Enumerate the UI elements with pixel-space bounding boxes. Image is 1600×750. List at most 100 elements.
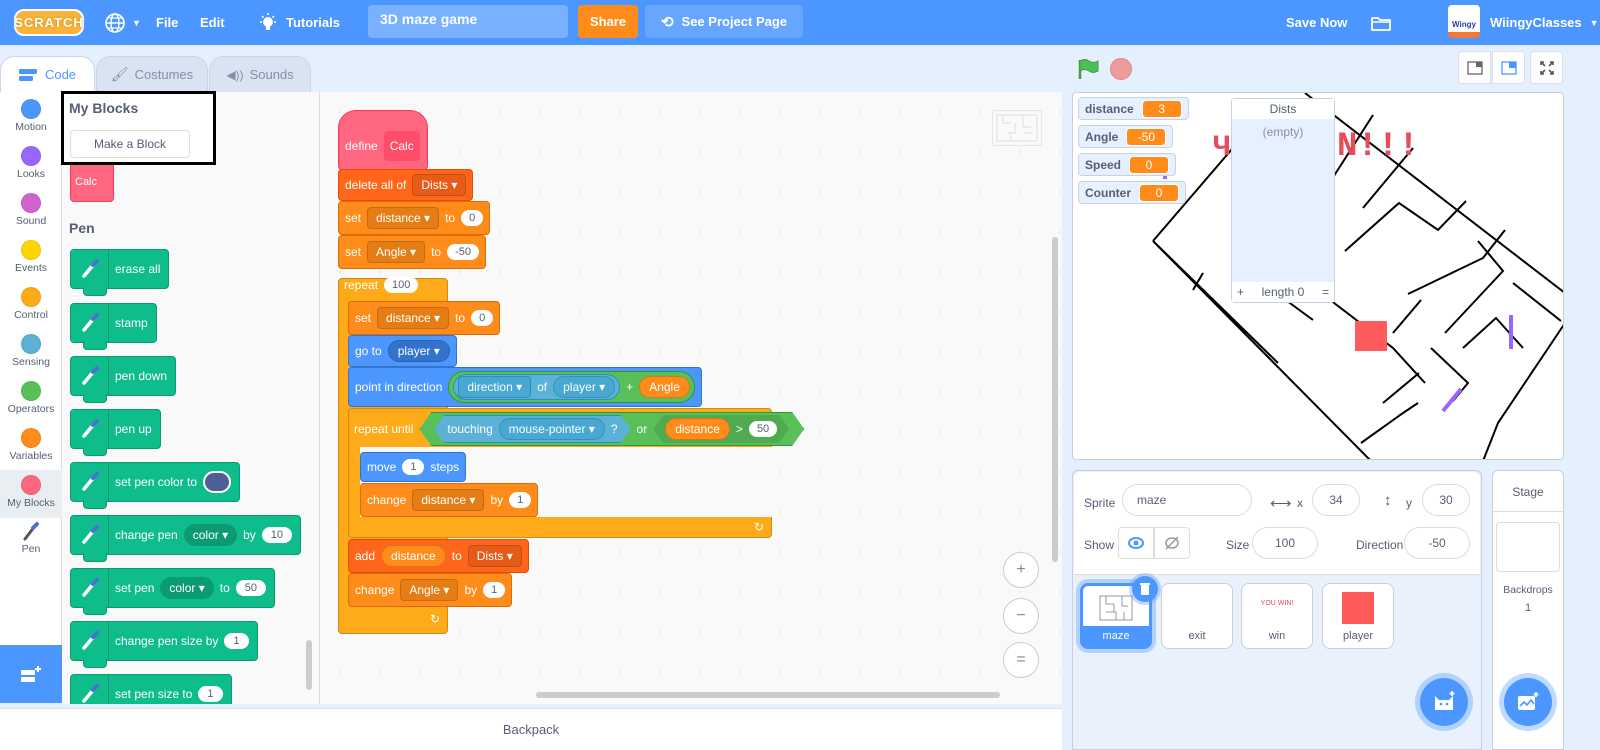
see-project-page-button[interactable]: ⟲ See Project Page (645, 5, 803, 38)
normal-stage-button[interactable] (1492, 51, 1525, 84)
category-sensing[interactable]: Sensing (0, 329, 62, 377)
set-distance-block[interactable]: set distance ▾ to 0 (348, 301, 501, 335)
distance-variable-reporter[interactable]: distance (665, 418, 730, 440)
tab-code[interactable]: Code (0, 56, 95, 92)
custom-block-prototype[interactable]: Calc (383, 131, 420, 161)
variable-dropdown[interactable]: Angle ▾ (367, 241, 426, 263)
color-swatch[interactable] (203, 471, 232, 493)
choose-sprite-button[interactable] (1420, 678, 1468, 726)
category-my-blocks[interactable]: My Blocks (0, 470, 62, 518)
share-button[interactable]: Share (578, 5, 638, 38)
size-input[interactable]: 100 (1252, 527, 1318, 559)
value-input[interactable]: 100 (384, 277, 419, 293)
pen-param-dropdown[interactable]: color ▾ (183, 524, 238, 546)
object-dropdown[interactable]: player ▾ (553, 376, 616, 398)
set-angle-block[interactable]: set Angle ▾ to -50 (338, 235, 486, 269)
monitor-distance[interactable]: distance 3 (1078, 97, 1189, 120)
sprite-thumb-exit[interactable]: exit (1161, 583, 1233, 649)
backpack[interactable]: Backpack (0, 708, 1062, 750)
list-add-button[interactable]: + (1237, 285, 1244, 299)
category-sound[interactable]: Sound (0, 188, 62, 236)
green-flag-button[interactable] (1076, 57, 1100, 84)
value-input[interactable]: 1 (509, 492, 532, 508)
attribute-dropdown[interactable]: direction ▾ (458, 376, 532, 398)
variable-dropdown[interactable]: distance ▾ (367, 207, 440, 229)
define-calc-block[interactable]: define Calc (338, 110, 428, 170)
list-resize-handle[interactable]: = (1322, 285, 1329, 299)
save-now-button[interactable]: Save Now (1286, 0, 1347, 45)
add-operator[interactable]: direction ▾ of player ▾ + Angle (448, 371, 695, 403)
language-menu[interactable]: ▼ (104, 0, 141, 45)
fullscreen-button[interactable] (1530, 51, 1563, 84)
show-visible-button[interactable] (1118, 527, 1154, 559)
pen-up-block[interactable]: pen up (70, 409, 161, 456)
category-operators[interactable]: Operators (0, 376, 62, 424)
value-input[interactable]: 1 (483, 582, 506, 598)
tutorials-button[interactable]: Tutorials (258, 0, 340, 45)
repeat-until-block[interactable]: repeat until touching mouse-pointer ▾ ? … (348, 408, 810, 450)
point-in-direction-block[interactable]: point in direction direction ▾ of player… (348, 367, 702, 407)
go-to-block[interactable]: go to player ▾ (348, 335, 457, 367)
category-motion[interactable]: Motion (0, 94, 62, 142)
value-input[interactable]: 1 (224, 633, 249, 649)
script-area[interactable]: define Calc delete all of Dists ▾ set dist… (320, 92, 1062, 704)
set-pen-size-block[interactable]: set pen size to 1 (70, 674, 232, 704)
touching-block[interactable]: touching mouse-pointer ▾ ? (434, 415, 630, 443)
value-input[interactable]: 1 (402, 459, 425, 475)
my-stuff-button[interactable] (1370, 0, 1392, 45)
distance-variable-reporter[interactable]: distance (381, 545, 446, 567)
category-variables[interactable]: Variables (0, 423, 62, 471)
monitor-speed[interactable]: Speed 0 (1078, 153, 1177, 176)
account-menu[interactable]: WiingyClasses ▼ (1490, 0, 1599, 45)
x-input[interactable]: 34 (1312, 484, 1360, 516)
file-menu[interactable]: File (156, 0, 178, 45)
tab-costumes[interactable]: 🖌 Costumes (96, 56, 208, 92)
stage-canvas[interactable]: N!!! Ч distance 3 Angle -50 Speed 0 Counter… (1072, 92, 1564, 460)
choose-backdrop-button[interactable] (1504, 678, 1552, 726)
vertical-scrollbar[interactable] (1052, 237, 1058, 562)
pen-down-block[interactable]: pen down (70, 356, 177, 403)
value-input[interactable]: 0 (461, 210, 484, 226)
project-title-input[interactable]: 3D maze game (368, 5, 568, 38)
value-input[interactable]: 50 (749, 421, 777, 437)
calc-block[interactable]: Calc (70, 162, 114, 202)
set-pen-color-block[interactable]: set pen color to (70, 462, 241, 509)
value-input[interactable]: 50 (235, 580, 267, 596)
repeat-block[interactable]: repeat 100 (338, 270, 424, 300)
tab-sounds[interactable]: ◀)) Sounds (209, 56, 311, 92)
variable-dropdown[interactable]: distance ▾ (412, 489, 485, 511)
change-pen-size-block[interactable]: change pen size by 1 (70, 621, 258, 668)
sprite-thumb-player[interactable]: player (1322, 583, 1394, 649)
touching-dropdown[interactable]: mouse-pointer ▾ (499, 418, 605, 440)
sprite-name-input[interactable]: maze (1122, 484, 1252, 516)
category-events[interactable]: Events (0, 235, 62, 283)
user-avatar[interactable]: Wingy (1448, 5, 1480, 38)
change-distance-block[interactable]: change distance ▾ by 1 (360, 483, 539, 517)
list-monitor-dists[interactable]: Dists (empty) + length 0 = (1231, 98, 1335, 303)
small-stage-button[interactable] (1458, 51, 1491, 84)
angle-variable-reporter[interactable]: Angle (639, 376, 690, 398)
or-operator[interactable]: touching mouse-pointer ▾ ? or distance >… (419, 412, 804, 446)
list-dropdown[interactable]: Dists ▾ (467, 545, 522, 567)
delete-all-of-list-block[interactable]: delete all of Dists ▾ (338, 169, 474, 201)
stop-button[interactable] (1110, 58, 1132, 80)
erase-all-block[interactable]: erase all (70, 249, 170, 296)
make-a-block-button[interactable]: Make a Block (70, 130, 190, 158)
zoom-in-button[interactable]: + (1003, 552, 1039, 588)
change-angle-block[interactable]: change Angle ▾ by 1 (348, 573, 513, 607)
add-to-list-block[interactable]: add distance to Dists ▾ (348, 539, 529, 573)
change-pen-param-block[interactable]: change pen color ▾ by 10 (70, 515, 302, 562)
value-input[interactable]: 1 (198, 686, 223, 702)
backdrop-thumbnail[interactable] (1496, 522, 1560, 572)
add-extension-button[interactable] (0, 645, 62, 703)
scratch-logo[interactable]: SCRATCH (14, 9, 84, 36)
monitor-counter[interactable]: Counter 0 (1078, 181, 1186, 204)
move-steps-block[interactable]: move 1 steps (360, 452, 467, 482)
value-input[interactable]: -50 (447, 244, 479, 260)
delete-sprite-button[interactable] (1132, 576, 1158, 602)
y-input[interactable]: 30 (1422, 484, 1470, 516)
show-hidden-button[interactable] (1154, 527, 1190, 559)
sensing-of-reporter[interactable]: direction ▾ of player ▾ (453, 374, 621, 400)
palette-scrollbar[interactable] (306, 640, 312, 690)
zoom-reset-button[interactable]: = (1003, 642, 1039, 678)
